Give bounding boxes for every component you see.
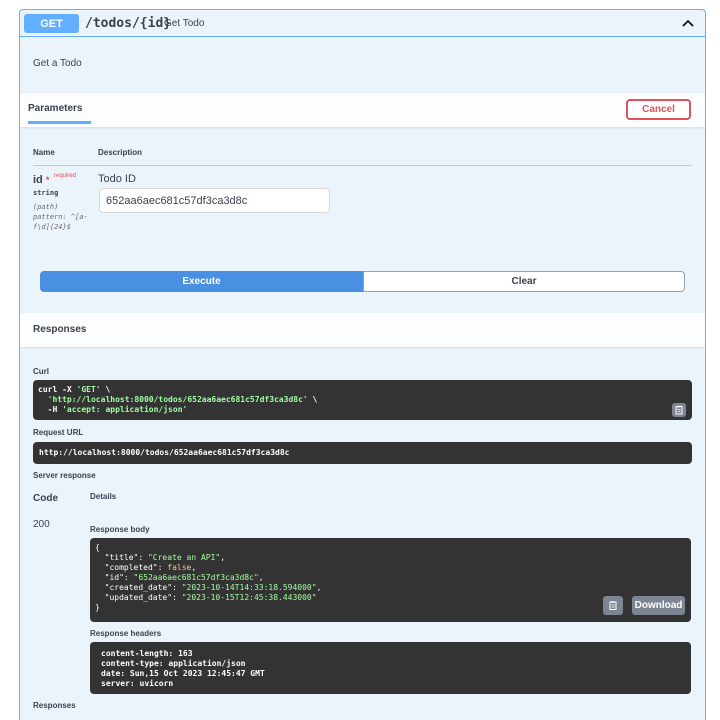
required-star: *	[45, 175, 50, 185]
status-code: 200	[33, 519, 50, 530]
json-string: "Create an API"	[147, 553, 221, 562]
json-string: "2023-10-14T14:33:18.594000"	[181, 583, 317, 592]
response-headers-label: Response headers	[90, 629, 162, 638]
copy-curl-button[interactable]	[672, 403, 686, 417]
json-brace: {	[95, 543, 100, 552]
operation-summary-description: Get Todo	[164, 18, 205, 29]
header-line: content-length: 163	[101, 649, 193, 658]
param-type: string	[33, 189, 59, 197]
json-string: "652aa6aec681c57df3ca3d8c"	[133, 573, 259, 582]
clipboard-icon	[609, 601, 617, 610]
param-description: Todo ID	[98, 173, 136, 185]
response-body-label: Response body	[90, 525, 150, 534]
curl-text	[38, 395, 48, 404]
cancel-button[interactable]: Cancel	[626, 99, 691, 120]
details-column-header: Details	[90, 492, 117, 501]
column-header-description: Description	[98, 148, 143, 157]
download-button[interactable]: Download	[632, 596, 685, 615]
table-divider	[33, 165, 692, 166]
clipboard-icon	[675, 405, 683, 415]
responses-header: Responses	[20, 313, 705, 347]
curl-string: 'http://localhost:8000/todos/652aa6aec68…	[47, 395, 308, 404]
param-name-text: id	[33, 174, 43, 186]
header-line: server: uvicorn	[101, 679, 174, 688]
parameters-header: Parameters Cancel	[20, 93, 705, 127]
json-key: "created_date":	[95, 583, 182, 592]
responses-section-title: Responses	[33, 701, 76, 710]
curl-label: Curl	[33, 367, 49, 376]
header-line: date: Sun,15 Oct 2023 12:45:47 GMT	[101, 669, 265, 678]
operation-block: GET /todos/{id} Get Todo Get a Todo Para…	[19, 9, 706, 720]
responses-title: Responses	[33, 324, 87, 335]
parameters-tab-underline	[28, 121, 91, 124]
curl-text: \	[100, 385, 111, 394]
param-pattern: pattern: ^[a-f\d]{24}$	[33, 213, 88, 231]
chevron-up-icon[interactable]	[681, 16, 695, 30]
operation-summary[interactable]: GET /todos/{id} Get Todo	[20, 10, 705, 37]
column-header-name: Name	[33, 148, 55, 157]
response-body[interactable]: { "title": "Create an API", "completed":…	[90, 538, 691, 622]
todo-id-input[interactable]	[99, 188, 330, 213]
curl-command[interactable]: curl -X 'GET' \ 'http://localhost:8000/t…	[33, 380, 692, 420]
method-badge: GET	[24, 14, 79, 33]
curl-string: 'GET'	[76, 385, 101, 394]
param-required-label: required	[54, 173, 77, 179]
response-headers: content-length: 163 content-type: applic…	[90, 642, 691, 694]
json-key: "id":	[95, 573, 134, 582]
curl-text: -H	[38, 405, 63, 414]
curl-text: \	[307, 395, 318, 404]
parameters-tab[interactable]: Parameters	[28, 103, 82, 114]
json-bool: false	[167, 563, 192, 572]
json-key: "title":	[95, 553, 148, 562]
execute-button[interactable]: Execute	[40, 271, 363, 292]
operation-path: /todos/{id}	[85, 16, 172, 31]
curl-string: 'accept: application/json'	[62, 405, 188, 414]
operation-description: Get a Todo	[33, 58, 82, 69]
curl-text: curl -X	[38, 385, 77, 394]
json-key: "completed":	[95, 563, 168, 572]
execute-wrapper: Execute Clear	[40, 271, 685, 292]
param-location: (path)	[33, 203, 59, 211]
json-brace: }	[95, 603, 100, 612]
clear-button[interactable]: Clear	[363, 271, 685, 292]
copy-body-button[interactable]	[603, 596, 623, 615]
header-line: content-type: application/json	[101, 659, 246, 668]
json-key: "updated_date":	[95, 593, 182, 602]
code-column-header: Code	[33, 493, 58, 504]
json-string: "2023-10-15T12:45:38.443000"	[181, 593, 317, 602]
request-url-label: Request URL	[33, 428, 84, 437]
server-response-label: Server response	[33, 471, 96, 480]
param-name: id *	[33, 174, 49, 186]
request-url: http://localhost:8000/todos/652aa6aec681…	[33, 442, 692, 464]
